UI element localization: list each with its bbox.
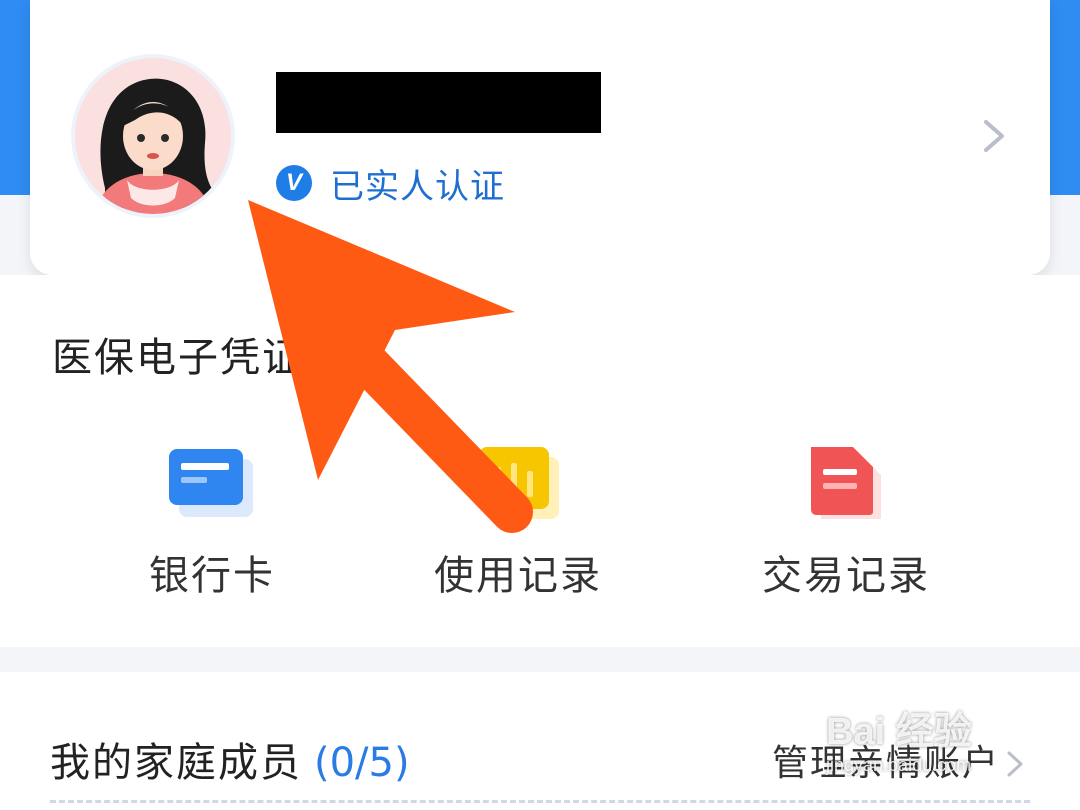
transaction-record-button[interactable]: 交易记录 xyxy=(726,443,966,601)
baidu-jingyan-watermark: Bai 经验 jingyan.baidu.com xyxy=(826,700,1026,790)
family-title-text: 我的家庭成员 xyxy=(50,740,302,786)
usage-record-label: 使用记录 xyxy=(434,553,602,599)
usage-record-button[interactable]: 使用记录 xyxy=(398,443,638,601)
avatar[interactable] xyxy=(75,58,231,214)
bank-card-label: 银行卡 xyxy=(149,553,275,599)
bank-card-button[interactable]: 银行卡 xyxy=(92,443,332,601)
watermark-sub: jingyan.baidu.com xyxy=(826,755,972,775)
transaction-record-label: 交易记录 xyxy=(762,553,930,599)
section-title: 医保电子凭证 xyxy=(52,335,304,381)
woman-avatar-icon xyxy=(75,58,231,214)
verification-label: 已实人认证 xyxy=(330,166,505,207)
add-member-placeholder[interactable] xyxy=(50,800,1030,810)
chevron-right-icon[interactable] xyxy=(980,118,1008,154)
family-title: 我的家庭成员 (0/5) xyxy=(50,730,410,788)
watermark-main: Bai 经验 xyxy=(826,711,972,753)
transaction-record-icon xyxy=(811,447,881,519)
usage-record-icon xyxy=(479,447,559,519)
profile-card[interactable]: V 已实人认证 xyxy=(30,0,1050,275)
verified-check-icon: V xyxy=(276,165,312,201)
app-page: V 已实人认证 医保电子凭证 银行卡 使用记录 交易记录 我的家庭成员 (0/5… xyxy=(0,0,1080,810)
family-count: (0/5) xyxy=(314,740,410,786)
medical-voucher-section: 医保电子凭证 银行卡 使用记录 交易记录 xyxy=(0,275,1080,647)
bank-card-icon xyxy=(169,449,253,517)
redacted-username xyxy=(276,72,601,133)
verification-status: V 已实人认证 xyxy=(276,163,505,207)
